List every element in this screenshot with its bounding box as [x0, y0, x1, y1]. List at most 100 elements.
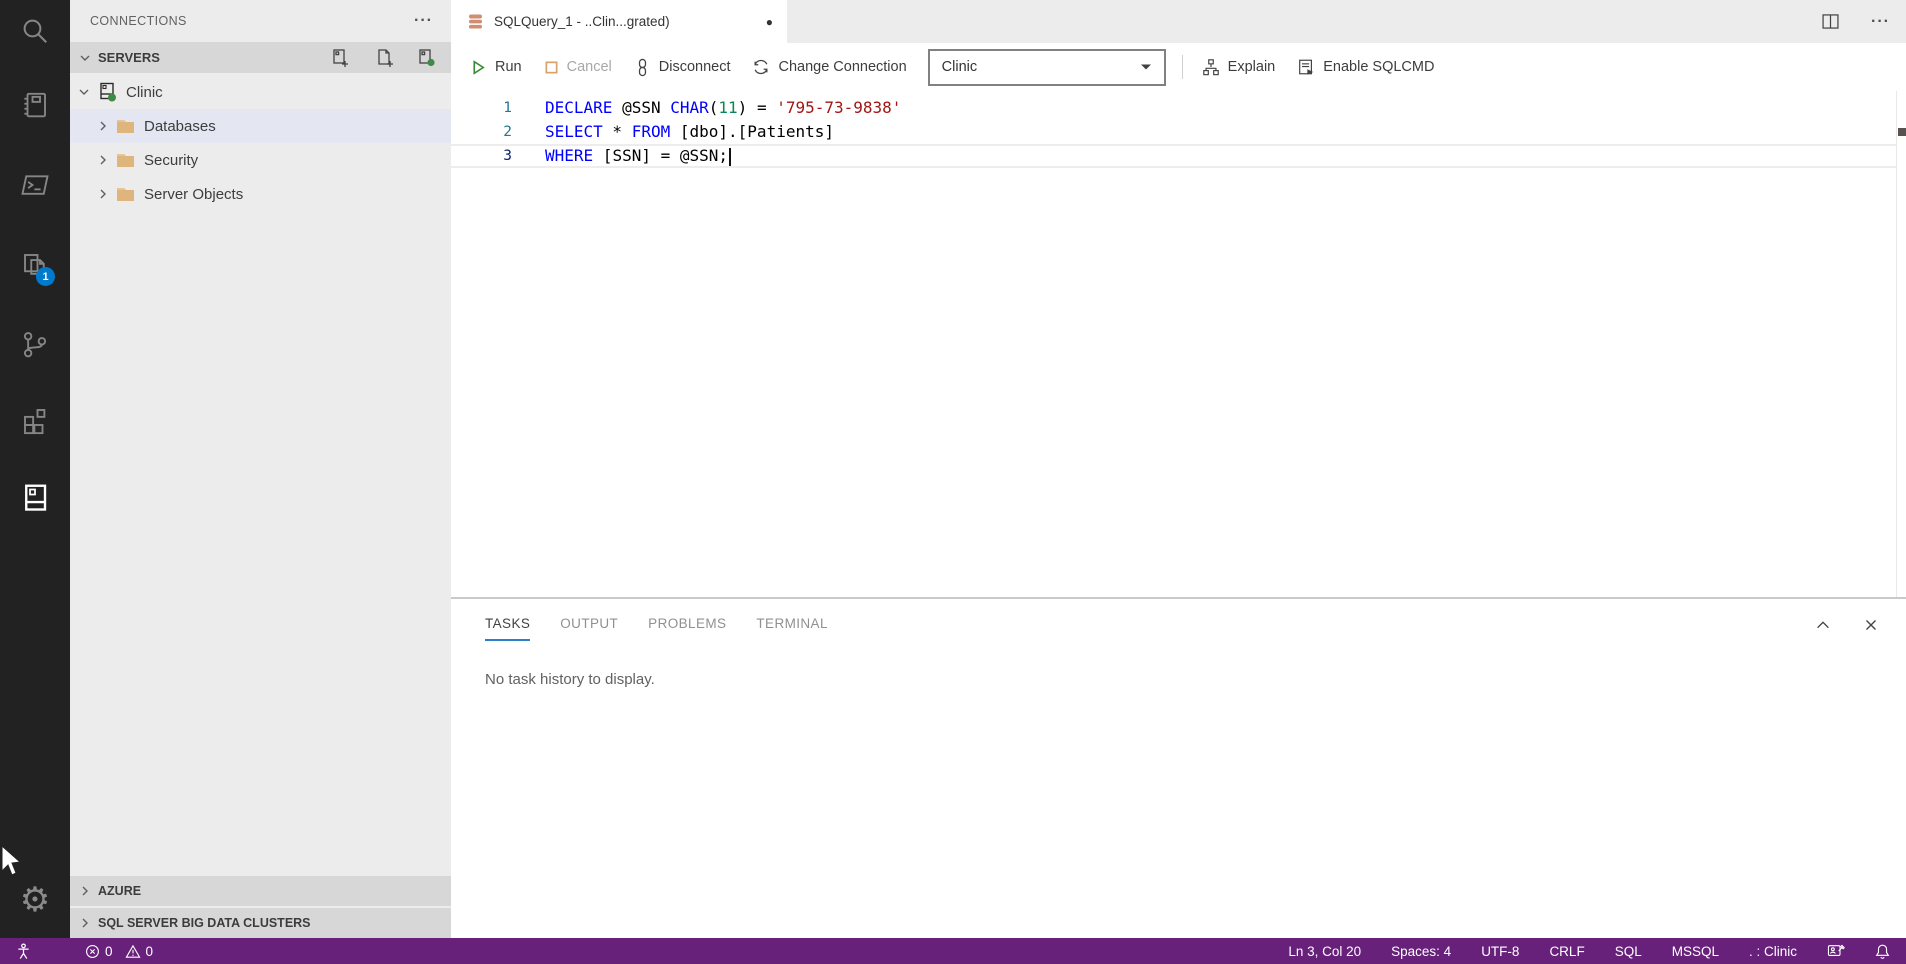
tree-item-clinic[interactable]: Clinic	[70, 75, 451, 109]
server-icon	[97, 82, 118, 103]
chevron-down-icon	[77, 50, 93, 66]
disconnect-button[interactable]: Disconnect	[623, 58, 742, 77]
run-button[interactable]: Run	[470, 59, 533, 76]
sidebar-title: CONNECTIONS	[90, 14, 187, 28]
cursor-position[interactable]: Ln 3, Col 20	[1288, 944, 1361, 959]
chevron-down-icon	[76, 84, 92, 100]
tasks-empty-message: No task history to display.	[485, 671, 1906, 688]
tree-item-server-objects[interactable]: Server Objects	[70, 177, 451, 211]
chevron-right-icon	[95, 186, 111, 202]
big-data-clusters-section-header[interactable]: SQL SERVER BIG DATA CLUSTERS	[70, 908, 451, 938]
change-connection-icon	[752, 58, 770, 76]
bottom-panel: TASKS OUTPUT PROBLEMS TERMINAL No task h…	[451, 597, 1906, 938]
tree-item-databases[interactable]: Databases	[70, 109, 451, 143]
extensions-icon[interactable]	[0, 396, 70, 444]
error-count: 0	[105, 944, 113, 959]
code-editor[interactable]: 1 DECLARE @SSN CHAR(11) = '795-73-9838' 2 S…	[451, 91, 1906, 597]
chevron-right-icon	[77, 915, 93, 931]
line-number: 2	[451, 120, 512, 144]
warning-icon	[125, 944, 141, 959]
azure-section-label: AZURE	[98, 884, 141, 898]
tree-item-label: Clinic	[126, 84, 163, 101]
change-connection-button[interactable]: Change Connection	[741, 58, 917, 76]
servers-section-label: SERVERS	[98, 50, 160, 65]
folder-icon	[116, 119, 135, 134]
tab-output[interactable]: OUTPUT	[560, 616, 618, 641]
cancel-icon	[544, 60, 559, 75]
line-number: 1	[451, 96, 512, 120]
feedback-icon[interactable]	[1827, 943, 1845, 959]
text-cursor	[729, 148, 731, 166]
settings-gear-icon[interactable]: ⚙	[0, 876, 70, 924]
overview-ruler[interactable]	[1896, 91, 1906, 597]
warning-count: 0	[146, 944, 154, 959]
new-connection-icon[interactable]	[331, 48, 351, 68]
enable-sqlcmd-icon	[1297, 58, 1315, 76]
disconnect-icon	[634, 58, 651, 77]
indentation[interactable]: Spaces: 4	[1391, 944, 1451, 959]
search-icon[interactable]	[0, 7, 70, 55]
dirty-indicator-icon: ●	[766, 15, 773, 29]
editor-more-actions-icon[interactable]: ···	[1871, 13, 1890, 31]
problems-summary[interactable]: 0 0	[85, 944, 153, 959]
tab-tasks[interactable]: TASKS	[485, 616, 530, 641]
line-number: 3	[451, 144, 512, 168]
code-line[interactable]: 1 DECLARE @SSN CHAR(11) = '795-73-9838'	[451, 96, 1906, 120]
provider[interactable]: MSSQL	[1672, 944, 1719, 959]
tree-item-label: Security	[144, 152, 198, 169]
tree-item-label: Server Objects	[144, 186, 243, 203]
tree-item-label: Databases	[144, 118, 216, 135]
chevron-right-icon	[95, 152, 111, 168]
notebooks-icon[interactable]	[0, 81, 70, 129]
code-text: SELECT * FROM [dbo].[Patients]	[545, 120, 834, 144]
toolbar-separator	[1182, 55, 1183, 79]
query-toolbar: Run Cancel Disconnect Change Connection …	[451, 43, 1906, 91]
close-panel-icon[interactable]	[1862, 616, 1880, 634]
source-control-icon[interactable]	[0, 321, 70, 369]
query-history-icon[interactable]: 1	[0, 241, 70, 289]
servers-section-header[interactable]: SERVERS	[70, 42, 451, 73]
sidebar-more-actions-icon[interactable]: ···	[414, 12, 433, 30]
chevron-down-icon	[1140, 63, 1152, 71]
tab-sqlquery1[interactable]: SQLQuery_1 - ..Clin...grated) ●	[451, 0, 787, 43]
database-icon	[466, 12, 485, 31]
run-icon	[470, 59, 487, 76]
code-text: DECLARE @SSN CHAR(11) = '795-73-9838'	[545, 96, 901, 120]
error-icon	[85, 944, 100, 959]
big-data-clusters-label: SQL SERVER BIG DATA CLUSTERS	[98, 916, 311, 930]
folder-icon	[116, 153, 135, 168]
database-dropdown[interactable]: Clinic	[928, 49, 1166, 86]
code-line[interactable]: 3 WHERE [SSN] = @SSN;	[451, 144, 1906, 168]
connection-status[interactable]: . : Clinic	[1749, 944, 1797, 959]
sidebar-connections-panel: CONNECTIONS ··· SERVERS Clinic Databases	[70, 0, 451, 938]
active-connections-icon[interactable]	[417, 48, 437, 68]
code-text: WHERE [SSN] = @SSN;	[545, 144, 731, 168]
tree-item-security[interactable]: Security	[70, 143, 451, 177]
tab-terminal[interactable]: TERMINAL	[756, 616, 827, 641]
terminal-icon[interactable]	[0, 161, 70, 209]
azure-section-header[interactable]: AZURE	[70, 876, 451, 906]
split-editor-icon[interactable]	[1820, 11, 1841, 32]
maximize-panel-icon[interactable]	[1814, 616, 1832, 634]
explain-button[interactable]: Explain	[1191, 58, 1287, 76]
activity-bar: 1 ⚙	[0, 0, 70, 938]
accessibility-icon[interactable]	[16, 943, 31, 960]
cancel-button[interactable]: Cancel	[533, 59, 623, 75]
chevron-right-icon	[95, 118, 111, 134]
code-line[interactable]: 2 SELECT * FROM [dbo].[Patients]	[451, 120, 1906, 144]
tab-problems[interactable]: PROBLEMS	[648, 616, 726, 641]
encoding[interactable]: UTF-8	[1481, 944, 1519, 959]
status-bar: 0 0 Ln 3, Col 20 Spaces: 4 UTF-8 CRLF SQ…	[0, 938, 1906, 964]
eol-sequence[interactable]: CRLF	[1549, 944, 1584, 959]
overview-cursor-marker	[1898, 128, 1906, 136]
connections-icon[interactable]	[0, 473, 70, 521]
new-server-group-icon[interactable]	[374, 48, 394, 68]
editor-tab-bar: SQLQuery_1 - ..Clin...grated) ● ···	[451, 0, 1906, 43]
chevron-right-icon	[77, 883, 93, 899]
explain-icon	[1202, 58, 1220, 76]
database-dropdown-value: Clinic	[942, 59, 977, 75]
notifications-bell-icon[interactable]	[1875, 943, 1890, 960]
query-history-badge: 1	[36, 267, 55, 286]
enable-sqlcmd-button[interactable]: Enable SQLCMD	[1286, 58, 1445, 76]
language-mode[interactable]: SQL	[1615, 944, 1642, 959]
